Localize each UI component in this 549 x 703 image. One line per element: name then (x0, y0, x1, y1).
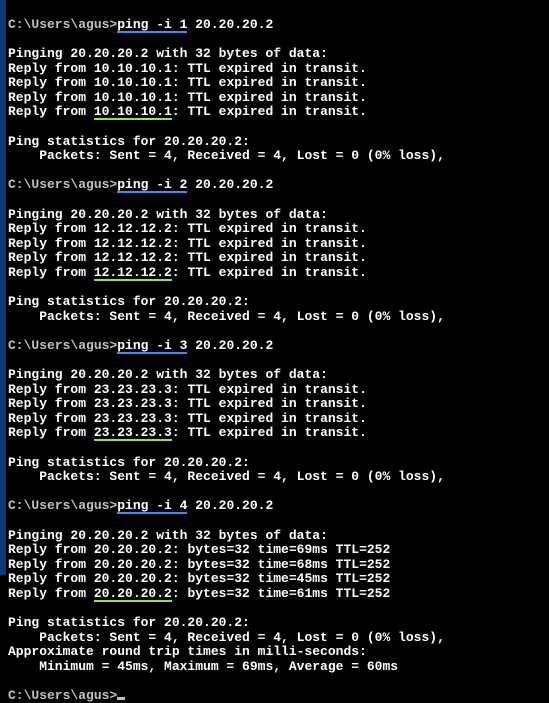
prompt-path: C:\Users\agus> (8, 177, 117, 192)
stats-line: Ping statistics for 20.20.20.2: (8, 294, 250, 309)
terminal-output: C:\Users\agus>ping -i 1 20.20.20.2 Pingi… (8, 3, 547, 703)
reply-ip: 12.12.12.2 (94, 221, 172, 236)
reply-ip: 20.20.20.2 (94, 571, 172, 586)
reply-line: Reply from 23.23.23.3: TTL expired in tr… (8, 382, 367, 397)
reply-line: Reply from 23.23.23.3: TTL expired in tr… (8, 396, 367, 411)
prompt-line: C:\Users\agus>ping -i 4 20.20.20.2 (8, 498, 273, 513)
ping-header: Pinging 20.20.20.2 with 32 bytes of data… (8, 367, 328, 382)
prompt-line[interactable]: C:\Users\agus> (8, 688, 125, 703)
reply-ip: 10.10.10.1 (94, 106, 172, 120)
reply-ip: 20.20.20.2 (94, 542, 172, 557)
ping-target-2: 20.20.20.2 (187, 177, 273, 192)
reply-line: Reply from 23.23.23.3: TTL expired in tr… (8, 425, 367, 440)
reply-line: Reply from 12.12.12.2: TTL expired in tr… (8, 221, 367, 236)
prompt-line: C:\Users\agus>ping -i 2 20.20.20.2 (8, 177, 273, 192)
reply-ip: 23.23.23.3 (94, 427, 172, 441)
prompt-line: C:\Users\agus>ping -i 3 20.20.20.2 (8, 338, 273, 353)
prompt-path: C:\Users\agus> (8, 17, 117, 32)
reply-line: Reply from 12.12.12.2: TTL expired in tr… (8, 250, 367, 265)
reply-ip: 20.20.20.2 (94, 557, 172, 572)
ping-target-3: 20.20.20.2 (187, 338, 273, 353)
prompt-path: C:\Users\agus> (8, 498, 117, 513)
ping-header: Pinging 20.20.20.2 with 32 bytes of data… (8, 207, 328, 222)
stats-line: Ping statistics for 20.20.20.2: (8, 455, 250, 470)
stats-line: Ping statistics for 20.20.20.2: (8, 615, 250, 630)
stats-line: Ping statistics for 20.20.20.2: (8, 134, 250, 149)
ping-header: Pinging 20.20.20.2 with 32 bytes of data… (8, 46, 328, 61)
stats-line: Minimum = 45ms, Maximum = 69ms, Average … (8, 659, 398, 674)
reply-line: Reply from 12.12.12.2: TTL expired in tr… (8, 236, 367, 251)
reply-line: Reply from 12.12.12.2: TTL expired in tr… (8, 265, 367, 280)
reply-ip: 23.23.23.3 (94, 382, 172, 397)
prompt-path: C:\Users\agus> (8, 688, 117, 703)
ping-cmd-3: ping -i 3 (117, 340, 187, 354)
stats-line: Approximate round trip times in milli-se… (8, 644, 367, 659)
reply-line: Reply from 10.10.10.1: TTL expired in tr… (8, 104, 367, 119)
ping-target-1: 20.20.20.2 (187, 17, 273, 32)
stats-line: Packets: Sent = 4, Received = 4, Lost = … (8, 630, 445, 645)
reply-ip: 23.23.23.3 (94, 396, 172, 411)
reply-line: Reply from 20.20.20.2: bytes=32 time=61m… (8, 586, 390, 601)
reply-ip: 12.12.12.2 (94, 267, 172, 281)
reply-line: Reply from 10.10.10.1: TTL expired in tr… (8, 90, 367, 105)
reply-ip: 10.10.10.1 (94, 75, 172, 90)
reply-line: Reply from 20.20.20.2: bytes=32 time=68m… (8, 557, 390, 572)
ping-cmd-1: ping -i 1 (117, 19, 187, 33)
ping-cmd-2: ping -i 2 (117, 179, 187, 193)
stats-line: Packets: Sent = 4, Received = 4, Lost = … (8, 148, 445, 163)
prompt-line: C:\Users\agus>ping -i 1 20.20.20.2 (8, 17, 273, 32)
reply-ip: 10.10.10.1 (94, 61, 172, 76)
reply-ip: 10.10.10.1 (94, 90, 172, 105)
reply-line: Reply from 23.23.23.3: TTL expired in tr… (8, 411, 367, 426)
reply-ip: 12.12.12.2 (94, 250, 172, 265)
reply-ip: 23.23.23.3 (94, 411, 172, 426)
stats-line: Packets: Sent = 4, Received = 4, Lost = … (8, 309, 445, 324)
prompt-path: C:\Users\agus> (8, 338, 117, 353)
reply-ip: 12.12.12.2 (94, 236, 172, 251)
ping-header: Pinging 20.20.20.2 with 32 bytes of data… (8, 528, 328, 543)
ping-cmd-4: ping -i 4 (117, 500, 187, 514)
reply-line: Reply from 10.10.10.1: TTL expired in tr… (8, 75, 367, 90)
reply-line: Reply from 20.20.20.2: bytes=32 time=69m… (8, 542, 390, 557)
reply-line: Reply from 10.10.10.1: TTL expired in tr… (8, 61, 367, 76)
ping-target-4: 20.20.20.2 (187, 498, 273, 513)
reply-ip: 20.20.20.2 (94, 588, 172, 602)
cursor-icon (117, 697, 125, 700)
stats-line: Packets: Sent = 4, Received = 4, Lost = … (8, 469, 445, 484)
reply-line: Reply from 20.20.20.2: bytes=32 time=45m… (8, 571, 390, 586)
